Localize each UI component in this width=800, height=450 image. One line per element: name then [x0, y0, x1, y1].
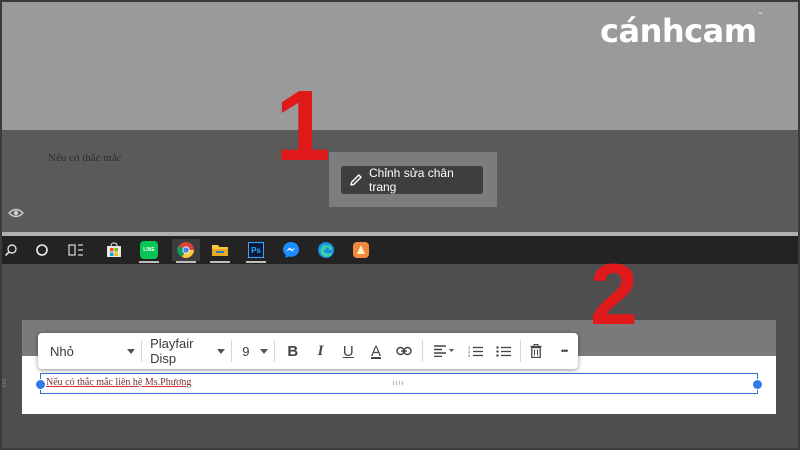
text-color-button[interactable]: A — [362, 337, 390, 365]
toolbar-divider — [421, 340, 423, 362]
line-icon[interactable]: LINE — [138, 239, 160, 263]
chevron-down-icon — [260, 348, 269, 354]
align-left-icon — [434, 345, 455, 357]
photoshop-label: Ps — [248, 242, 264, 258]
store-icon[interactable] — [103, 239, 125, 261]
logo-text: cánhcam — [600, 12, 757, 50]
italic-button[interactable]: I — [307, 337, 335, 365]
bullet-list-icon — [496, 345, 512, 357]
footer-text: Nếu có thắc mắc — [48, 152, 122, 164]
numbered-list-button[interactable]: 123 — [462, 337, 490, 365]
step-marker-2: 2 — [590, 247, 638, 343]
pencil-icon — [349, 173, 363, 187]
windows-taskbar: LINE Ps — [0, 236, 800, 264]
font-size-value: 9 — [242, 343, 250, 359]
eye-icon[interactable] — [8, 206, 24, 220]
side-drag-handle-icon[interactable] — [2, 376, 6, 387]
text-size-value: Nhỏ — [50, 343, 74, 359]
messenger-icon[interactable] — [280, 239, 302, 261]
toolbar-divider — [519, 340, 521, 362]
bold-button[interactable]: B — [279, 337, 307, 365]
cortana-icon[interactable] — [31, 239, 53, 261]
font-family-value: Playfair Disp — [150, 336, 194, 366]
step-marker-1: 1 — [275, 70, 331, 182]
text-format-toolbar: Nhỏ Playfair Disp 9 B I U A 123 ••• — [38, 333, 578, 369]
footer-text-content[interactable]: Nếu có thắc mắc liên hệ Ms.Phương — [46, 377, 191, 388]
font-size-select[interactable]: 9 — [232, 338, 274, 364]
delete-button[interactable] — [523, 337, 551, 365]
bullet-list-button[interactable] — [490, 337, 518, 365]
link-icon — [395, 346, 412, 356]
line-label: LINE — [140, 241, 158, 259]
chevron-down-icon — [127, 348, 136, 354]
text-size-select[interactable]: Nhỏ — [38, 338, 141, 364]
numbered-list-icon: 123 — [468, 345, 484, 358]
footer-text-box[interactable]: Nếu có thắc mắc liên hệ Ms.Phương — [40, 373, 758, 394]
running-indicator — [139, 261, 159, 263]
svg-text:3: 3 — [468, 353, 471, 358]
edit-footer-button[interactable]: Chỉnh sửa chân trang — [341, 166, 483, 194]
align-button[interactable] — [427, 337, 463, 365]
chevron-down-icon — [217, 348, 226, 354]
link-button[interactable] — [390, 337, 418, 365]
running-indicator — [246, 261, 266, 263]
edit-footer-label: Chỉnh sửa chân trang — [369, 166, 454, 194]
trash-icon — [530, 344, 542, 358]
underline-button[interactable]: U — [334, 337, 362, 365]
search-icon[interactable] — [0, 239, 22, 261]
edge-icon[interactable] — [315, 239, 337, 261]
file-explorer-icon[interactable] — [209, 239, 231, 263]
canhcam-logo: cánhcam™ — [600, 12, 763, 50]
app-icon[interactable] — [350, 239, 372, 261]
running-indicator — [176, 261, 196, 263]
photoshop-icon[interactable]: Ps — [245, 239, 267, 263]
resize-handle-left[interactable] — [35, 379, 46, 390]
chrome-icon[interactable] — [172, 239, 200, 263]
font-family-select[interactable]: Playfair Disp — [142, 336, 231, 366]
task-view-icon[interactable] — [65, 239, 87, 261]
more-options-button[interactable]: ••• — [550, 337, 578, 365]
running-indicator — [210, 261, 230, 263]
trademark-mark: ™ — [757, 12, 764, 19]
toolbar-divider — [274, 340, 275, 362]
resize-handle-right[interactable] — [752, 379, 763, 390]
